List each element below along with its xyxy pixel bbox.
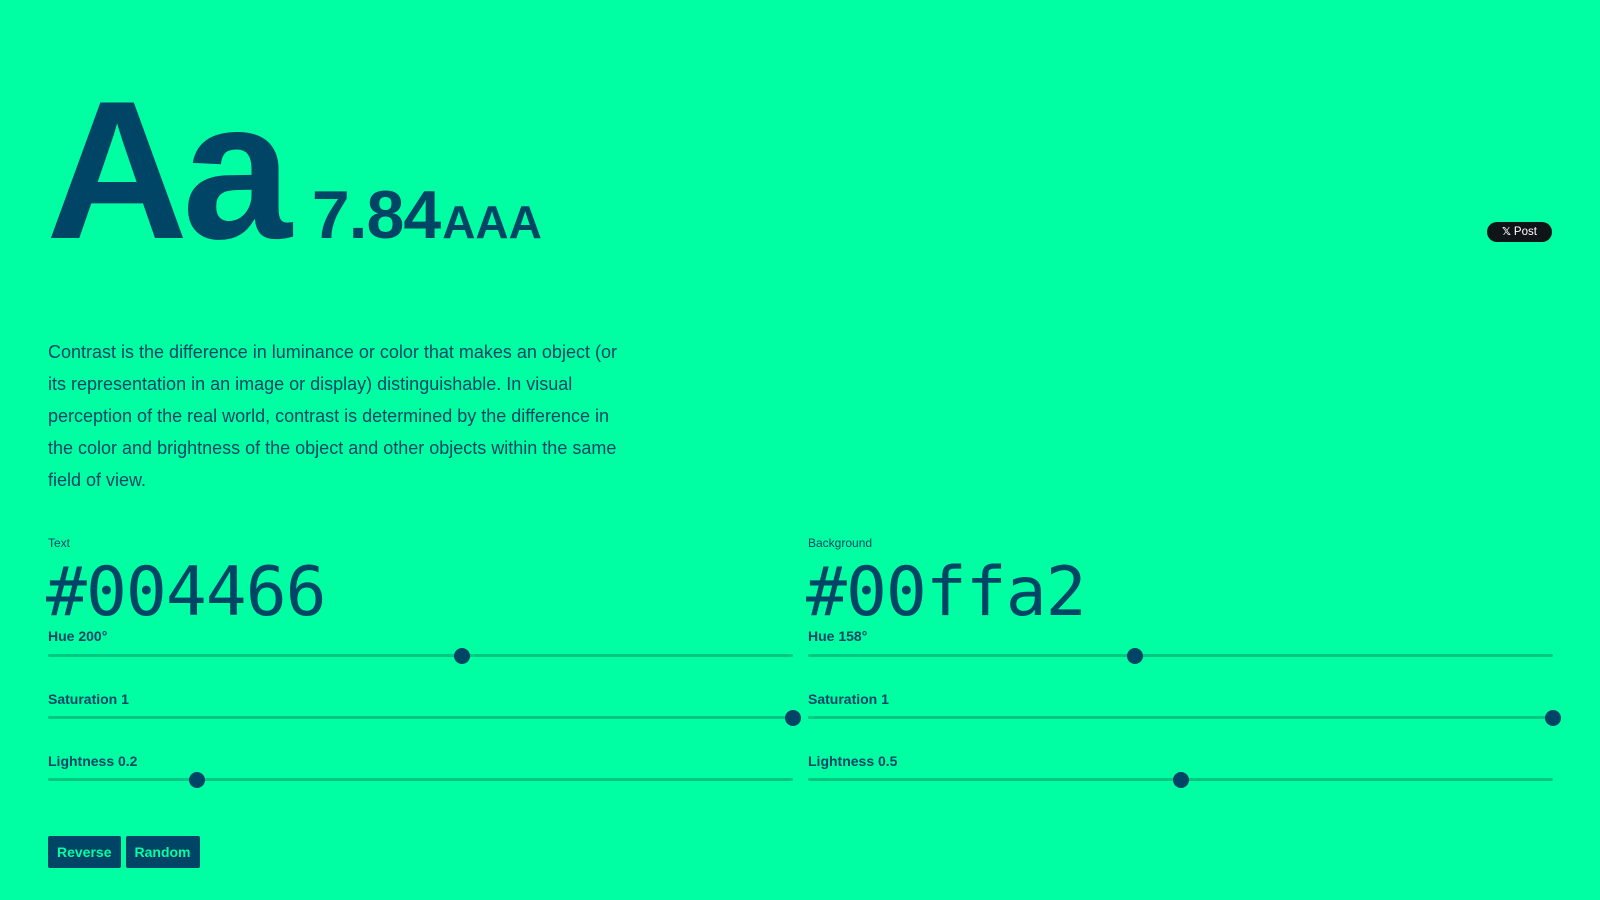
- contrast-description: Contrast is the difference in luminance …: [48, 342, 617, 490]
- text-saturation-label: Saturation 1: [48, 691, 129, 707]
- contrast-preview: Aa 7.84 AAA: [46, 72, 542, 269]
- slider-thumb[interactable]: [1126, 648, 1143, 664]
- wcag-level-badge: AAA: [442, 196, 542, 248]
- background-saturation-slider[interactable]: [808, 708, 1561, 728]
- background-lightness-slider[interactable]: [808, 770, 1553, 790]
- slider-track: [808, 716, 1553, 719]
- slider-thumb[interactable]: [453, 648, 470, 664]
- background-hue-slider[interactable]: [808, 646, 1553, 666]
- x-logo-icon: 𝕏: [1502, 226, 1511, 238]
- slider-thumb[interactable]: [1172, 772, 1189, 788]
- text-hue-label: Hue 200°: [48, 628, 108, 644]
- text-color-label: Text: [48, 536, 71, 550]
- background-lightness-label: Lightness 0.5: [808, 753, 898, 769]
- slider-thumb[interactable]: [189, 772, 205, 788]
- action-buttons: Reverse Random: [48, 836, 200, 868]
- text-saturation-slider[interactable]: [48, 708, 801, 728]
- contrast-checker-page: Aa 7.84 AAA 𝕏 Post Contrast is the differ…: [0, 0, 1600, 900]
- text-lightness-slider[interactable]: [48, 770, 793, 790]
- slider-thumb[interactable]: [1545, 710, 1561, 726]
- text-lightness-label: Lightness 0.2: [48, 753, 138, 769]
- post-label: Post: [1513, 226, 1537, 238]
- x-post-button[interactable]: 𝕏 Post: [1487, 222, 1552, 242]
- slider-thumb[interactable]: [785, 710, 801, 726]
- slider-track: [48, 654, 793, 657]
- slider-track: [48, 716, 793, 719]
- reverse-button[interactable]: Reverse: [48, 836, 121, 868]
- background-color-label: Background: [808, 536, 873, 550]
- slider-track: [48, 778, 793, 781]
- background-saturation-label: Saturation 1: [808, 691, 889, 707]
- text-color-hex: #004466: [46, 553, 327, 632]
- slider-track: [808, 654, 1553, 657]
- text-hue-slider[interactable]: [48, 646, 793, 666]
- sample-text: Aa: [46, 60, 292, 280]
- background-color-hex: #00ffa2: [806, 553, 1087, 632]
- contrast-ratio: 7.84: [311, 177, 441, 253]
- background-hue-label: Hue 158°: [808, 628, 868, 644]
- random-button[interactable]: Random: [125, 836, 200, 868]
